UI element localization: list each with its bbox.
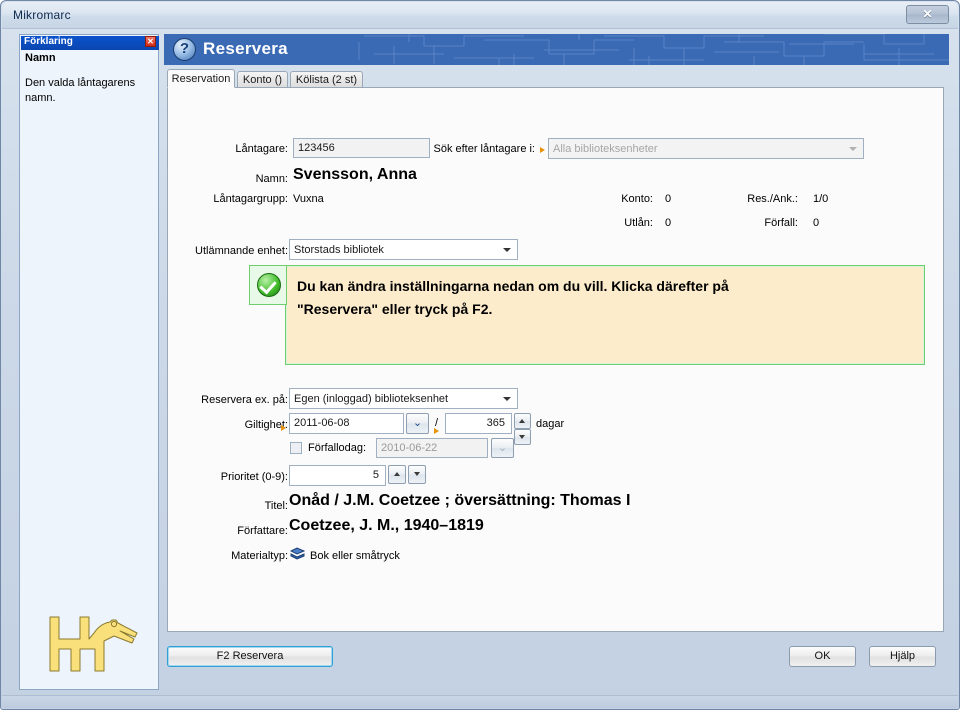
search-in-combo-value: Alla biblioteksenheter [553,143,658,155]
book-icon [289,547,306,560]
explanation-header-title: Förklaring [24,36,73,47]
priority-label: Prioritet (0-9): [220,471,288,483]
search-in-label: Sök efter låntagare i: [433,143,535,155]
priority-spinner-down[interactable] [408,465,426,484]
name-value: Svensson, Anna [293,166,417,183]
validity-label: Giltighet: [244,419,288,431]
chevron-down-icon [503,397,511,401]
res-ank-label: Res./Ank.: [747,193,798,205]
issuing-unit-label: Utlämnande enhet: [195,245,288,257]
search-in-combo[interactable]: Alla biblioteksenheter [548,138,864,159]
account-label: Konto: [621,193,653,205]
expiry-date-input[interactable]: 2010-06-22 [376,438,488,458]
borrower-group-value: Vuxna [293,193,324,205]
page-title: Reservera [203,39,288,58]
tab-kolista[interactable]: Kölista (2 st) [290,71,363,88]
success-check-icon [257,273,281,297]
reserve-on-combo-value: Egen (inloggad) biblioteksenhet [294,393,449,405]
borrower-label: Låntagare: [235,143,288,155]
window-title: Mikromarc [13,8,71,22]
application-window: Mikromarc ✕ Förklaring ✕ Namn Den valda … [0,0,960,710]
validity-marker-icon [281,425,286,431]
validity-days-spinner-up[interactable] [514,413,531,429]
reserve-button[interactable]: F2 Reservera [167,646,333,667]
info-message-box: Du kan ändra inställningarna nedan om du… [249,265,925,365]
priority-spinner-up[interactable] [388,465,406,484]
name-label: Namn: [255,173,288,185]
account-value: 0 [665,193,672,205]
reserve-on-combo[interactable]: Egen (inloggad) biblioteksenhet [289,388,518,409]
help-button[interactable]: Hjälp [869,646,936,667]
mikromarc-horse-logo [42,609,142,679]
res-ank-value: 1/0 [813,193,829,205]
explanation-subject: Namn [25,52,56,64]
author-label: Författare: [237,525,288,537]
explanation-panel: Förklaring ✕ Namn Den valda låntagarens … [19,34,159,690]
issuing-unit-combo-value: Storstads bibliotek [294,244,384,256]
validity-date-picker-button[interactable]: ⌄ [406,413,429,434]
reservation-panel: Låntagare: 123456 Sök efter låntagare i:… [167,87,944,632]
priority-input[interactable]: 5 [289,465,386,486]
chevron-down-icon [849,147,857,151]
content-area: ? Reservera Reservation Konto () Kölista… [164,34,949,690]
explanation-body: Den valda låntagarens namn. [25,77,136,104]
validity-date-input[interactable]: 2011-06-08 [289,413,404,434]
status-bar [2,695,958,708]
overdue-label: Förfall: [764,217,798,229]
loans-label: Utlån: [624,217,653,229]
borrower-group-label: Låntagargrupp: [213,193,288,205]
title-bar: Mikromarc ✕ [2,2,958,29]
chevron-down-icon [503,248,511,252]
validity-days-marker-icon [434,428,439,434]
expiry-date-checkbox[interactable] [290,442,302,454]
validity-days-spinner-down[interactable] [514,429,531,445]
days-unit-label: dagar [536,418,565,430]
ok-button[interactable]: OK [789,646,856,667]
search-in-marker-icon [540,147,545,153]
tab-konto[interactable]: Konto () [237,71,288,88]
material-type-value: Bok eller småtryck [310,550,400,562]
message-text: Du kan ändra inställningarna nedan om du… [297,275,907,321]
page-banner: ? Reservera [164,34,949,65]
title-value: Onåd / J.M. Coetzee ; översättning: Thom… [289,492,631,509]
author-value: Coetzee, J. M., 1940–1819 [289,517,484,534]
title-label: Titel: [264,500,288,512]
material-type-label: Materialtyp: [231,550,288,562]
window-close-button[interactable]: ✕ [906,5,949,24]
explanation-close-icon[interactable]: ✕ [145,36,156,47]
expiry-date-picker-button[interactable]: ⌄ [491,438,514,458]
message-line-2: "Reservera" eller tryck på F2. [297,301,493,317]
issuing-unit-combo[interactable]: Storstads bibliotek [289,239,518,260]
overdue-value: 0 [813,217,820,229]
borrower-input[interactable]: 123456 [293,138,430,158]
question-mark-icon: ? [173,38,196,61]
expiry-date-label: Förfallodag: [308,442,367,454]
message-line-1: Du kan ändra inställningarna nedan om du… [297,278,729,294]
loans-value: 0 [665,217,672,229]
validity-days-input[interactable]: 365 [445,413,512,434]
tab-reservation[interactable]: Reservation [167,69,235,88]
reserve-on-label: Reservera ex. på: [201,394,288,406]
message-icon-cell [249,265,287,305]
